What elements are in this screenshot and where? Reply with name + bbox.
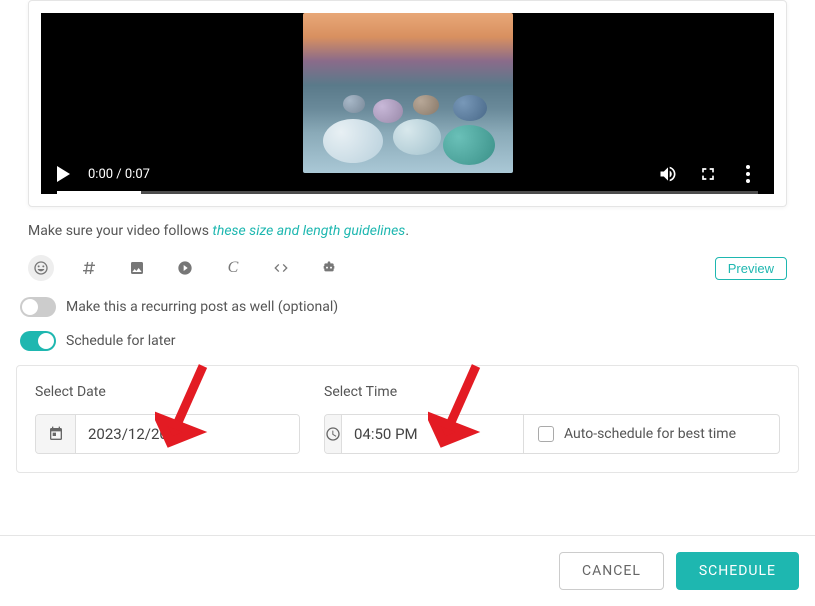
video-progress-bar[interactable] [57, 191, 758, 194]
time-display: 0:00 / 0:07 [88, 167, 150, 182]
play-circle-icon[interactable] [172, 255, 198, 281]
code-icon[interactable] [268, 255, 294, 281]
more-options-icon[interactable] [738, 164, 758, 184]
video-thumbnail [303, 13, 513, 173]
video-card: 0:00 / 0:07 [28, 0, 787, 207]
toolbar: C Preview [28, 255, 787, 281]
emoji-icon[interactable] [28, 255, 54, 281]
schedule-later-label: Schedule for later [66, 333, 176, 349]
canva-icon[interactable]: C [220, 255, 246, 281]
guidelines-prefix: Make sure your video follows [28, 223, 212, 239]
guidelines-link[interactable]: these size and length guidelines [212, 223, 405, 239]
image-icon[interactable] [124, 255, 150, 281]
time-label: Select Time [324, 384, 780, 400]
play-button[interactable] [57, 166, 70, 182]
recurring-toggle[interactable] [20, 297, 56, 317]
footer: CANCEL SCHEDULE [0, 535, 815, 606]
time-input[interactable] [342, 415, 524, 453]
video-player[interactable]: 0:00 / 0:07 [41, 13, 774, 194]
time-input-group [324, 414, 524, 454]
robot-icon[interactable] [316, 255, 342, 281]
fullscreen-icon[interactable] [698, 164, 718, 184]
recurring-toggle-row: Make this a recurring post as well (opti… [16, 297, 799, 317]
schedule-later-toggle[interactable] [20, 331, 56, 351]
video-controls: 0:00 / 0:07 [41, 154, 774, 194]
volume-icon[interactable] [658, 164, 678, 184]
video-progress-fill [57, 191, 141, 194]
guidelines-text: Make sure your video follows these size … [28, 223, 787, 239]
auto-schedule-label: Auto-schedule for best time [564, 426, 736, 442]
calendar-icon[interactable] [36, 415, 76, 453]
cancel-button[interactable]: CANCEL [559, 552, 664, 590]
schedule-later-toggle-row: Schedule for later [16, 331, 799, 351]
date-input[interactable] [76, 415, 299, 453]
schedule-box: Select Date Select Time Auto-sc [16, 365, 799, 473]
date-input-group [35, 414, 300, 454]
auto-schedule-box: Auto-schedule for best time [524, 414, 780, 454]
schedule-button[interactable]: SCHEDULE [676, 552, 799, 590]
recurring-label: Make this a recurring post as well (opti… [66, 299, 338, 315]
date-label: Select Date [35, 384, 300, 400]
clock-icon[interactable] [325, 415, 342, 453]
auto-schedule-checkbox[interactable] [538, 426, 554, 442]
hashtag-icon[interactable] [76, 255, 102, 281]
guidelines-suffix: . [405, 223, 409, 239]
preview-button[interactable]: Preview [715, 257, 787, 280]
